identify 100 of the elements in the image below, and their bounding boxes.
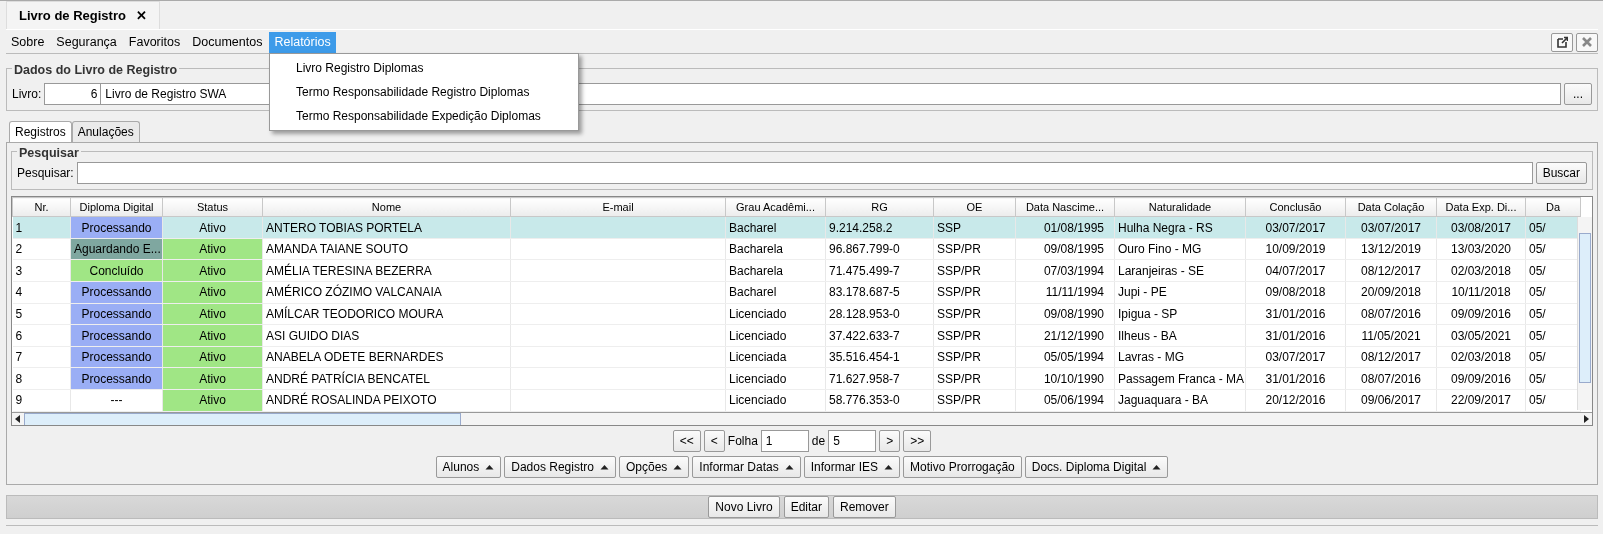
action-button[interactable]: Dados Registro: [504, 456, 616, 479]
action-button[interactable]: Docs. Diploma Digital: [1024, 456, 1169, 479]
table-cell: 10/09/2019: [1245, 238, 1346, 260]
table-cell: 3: [12, 259, 71, 282]
table-cell: 31/01/2016: [1245, 303, 1346, 325]
column-header[interactable]: Data Nascime...: [1015, 197, 1115, 217]
page-field[interactable]: 1: [760, 430, 809, 453]
table-cell: AMÍLCAR TEODORICO MOURA: [262, 303, 511, 325]
menu-item[interactable]: Segurança: [51, 32, 122, 53]
table-cell: 10/11/2018: [1436, 281, 1526, 304]
column-header[interactable]: Da: [1525, 197, 1581, 217]
table-cell: Licenciada: [725, 346, 826, 368]
table-cell: 02/03/2018: [1436, 346, 1526, 368]
first-page-button[interactable]: <<: [672, 430, 701, 453]
popout-icon[interactable]: [1551, 32, 1573, 52]
table-cell: ASI GUIDO DIAS: [262, 324, 511, 347]
column-header[interactable]: Status: [162, 197, 263, 217]
table-cell: 09/08/2018: [1245, 281, 1346, 304]
caret-icon: [784, 464, 794, 471]
footer-button[interactable]: Remover: [833, 496, 896, 519]
table-cell: Bacharela: [725, 259, 826, 282]
table-cell: ANDRÉ PATRÍCIA BENCATEL: [262, 367, 511, 390]
table-cell: 1: [12, 216, 71, 239]
total-pages-field[interactable]: 5: [828, 430, 877, 453]
search-button[interactable]: Buscar: [1535, 162, 1587, 185]
table-cell: 2: [12, 238, 71, 260]
page-label: Folha: [727, 433, 758, 451]
table-cell: 09/08/1995: [1015, 238, 1115, 260]
table-cell: 08/12/2017: [1345, 259, 1437, 282]
table-cell: 08/07/2016: [1345, 367, 1437, 390]
table-cell: ANTERO TOBIAS PORTELA: [262, 216, 511, 239]
table-cell: Licenciado: [725, 324, 826, 347]
table-cell: 03/05/2021: [1436, 324, 1526, 347]
tab-title: Livro de Registro: [19, 6, 126, 25]
table-cell: Lavras - MG: [1114, 346, 1246, 368]
menu-item[interactable]: Documentos: [187, 32, 268, 53]
column-header[interactable]: RG: [825, 197, 934, 217]
tab-close-button[interactable]: ✕: [135, 5, 147, 26]
table-cell: Licenciado: [725, 367, 826, 390]
table-cell: 58.776.353-0: [825, 389, 934, 412]
tab[interactable]: Anulações: [71, 120, 140, 142]
action-button[interactable]: Alunos: [435, 456, 502, 479]
table-cell: 22/09/2017: [1436, 389, 1526, 412]
menu-item[interactable]: Favoritos: [123, 32, 186, 53]
action-button[interactable]: Motivo Prorrogação: [903, 456, 1022, 479]
table-cell: 9: [12, 389, 71, 412]
action-button[interactable]: Opções: [618, 456, 690, 479]
tab[interactable]: Registros: [9, 120, 72, 142]
vertical-scrollbar[interactable]: [1577, 217, 1592, 411]
table-cell: 07/03/1994: [1015, 259, 1115, 282]
menu-option[interactable]: Termo Responsabilidade Registro Diplomas: [270, 80, 578, 104]
column-header[interactable]: Nome: [262, 197, 511, 217]
caret-icon: [599, 464, 609, 471]
table-cell: 13/12/2019: [1345, 238, 1437, 260]
table-cell: SSP/PR: [933, 367, 1016, 390]
table-cell: Bacharela: [725, 238, 826, 260]
table-cell: 8: [12, 367, 71, 390]
column-header[interactable]: Naturalidade: [1114, 197, 1246, 217]
column-header[interactable]: E-mail: [510, 197, 726, 217]
column-header[interactable]: Diploma Digital: [70, 197, 163, 217]
table-cell: 6: [12, 324, 71, 347]
table-cell: 31/01/2016: [1245, 367, 1346, 390]
table-cell: SSP/PR: [933, 303, 1016, 325]
footer-button[interactable]: Novo Livro: [708, 496, 780, 519]
table-cell: 04/07/2017: [1245, 259, 1346, 282]
previous-page-button[interactable]: <: [703, 430, 725, 453]
column-header[interactable]: Nr.: [12, 197, 71, 217]
table-cell: 05/06/1994: [1015, 389, 1115, 412]
table-cell: SSP/PR: [933, 324, 1016, 347]
table-cell: Bacharel: [725, 281, 826, 304]
table-cell: 03/07/2017: [1245, 346, 1346, 368]
column-header[interactable]: Data Exp. Di...: [1436, 197, 1526, 217]
action-button[interactable]: Informar Datas: [692, 456, 801, 479]
table-cell: 11/05/2021: [1345, 324, 1437, 347]
field-label: Livro:: [12, 85, 42, 103]
caret-icon: [485, 464, 495, 471]
document-tab[interactable]: Livro de Registro ✕: [6, 1, 160, 29]
table-cell: 09/09/2016: [1436, 367, 1526, 390]
table-cell: 5: [12, 303, 71, 325]
search-field[interactable]: [76, 162, 1533, 185]
column-header[interactable]: Data Colação: [1345, 197, 1437, 217]
menu-option[interactable]: Livro Registro Diplomas: [270, 56, 578, 80]
browse-button[interactable]: ...: [1564, 82, 1592, 105]
action-button[interactable]: Informar IES: [803, 456, 901, 479]
table-cell: 4: [12, 281, 71, 304]
table-cell: Jupi - PE: [1114, 281, 1246, 304]
next-page-button[interactable]: >: [879, 430, 901, 453]
menu-option[interactable]: Termo Responsabilidade Expedição Diplomas: [270, 104, 578, 128]
caret-icon: [1152, 464, 1162, 471]
table-cell: 05/05/1994: [1015, 346, 1115, 368]
table-cell: 21/12/1990: [1015, 324, 1115, 347]
column-header[interactable]: Grau Acadêmi...: [725, 197, 826, 217]
footer-button[interactable]: Editar: [783, 496, 829, 519]
column-header[interactable]: Conclusão: [1245, 197, 1346, 217]
last-page-button[interactable]: >>: [903, 430, 932, 453]
menu-item[interactable]: Sobre: [6, 32, 50, 53]
table-cell: 7: [12, 346, 71, 368]
book-number-field[interactable]: 6: [44, 82, 103, 105]
column-header[interactable]: OE: [933, 197, 1016, 217]
table-cell: Ilheus - BA: [1114, 324, 1246, 347]
